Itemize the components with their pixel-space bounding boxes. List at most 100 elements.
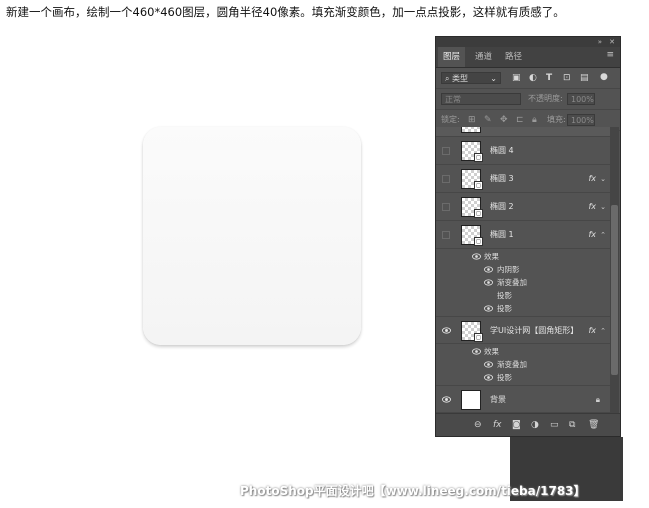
chevron-down-icon[interactable]: ⌄ [600,165,606,193]
layer-name: 背景 [490,395,506,404]
chevron-up-icon[interactable]: ⌃ [600,221,606,249]
effect-item[interactable]: 渐变叠加 [436,358,610,371]
panel-tabs: 图层 通道 路径 ≡ [436,47,620,68]
blend-row: 正常 不透明度: 100% [436,89,620,110]
fill-input[interactable]: 100% [567,114,595,126]
effect-name: 渐变叠加 [497,360,527,369]
lock-artboard-icon[interactable]: ⊏ [516,114,524,126]
shape-layer-icon: ◻ [474,209,483,218]
lock-icon: 🔒︎ [595,395,600,404]
scrollbar-thumb[interactable] [611,205,618,375]
opacity-input[interactable]: 100% [567,93,595,105]
link-icon[interactable]: ⊖ [474,414,482,436]
layer-background[interactable]: 背景 🔒︎ [436,385,610,413]
eye-icon[interactable] [472,347,481,356]
filter-kind-select[interactable]: ⌕ 类型 ⌄ [441,72,501,84]
eye-icon[interactable] [484,265,493,274]
mask-icon[interactable]: ◙ [512,414,521,436]
effects-header[interactable]: 效果 [436,250,610,263]
layer-ellipse-4[interactable]: ◻ 椭圆 4 [436,137,610,165]
effect-item[interactable]: 投影 [436,302,610,315]
lock-label: 锁定: [441,115,460,124]
fx-icon[interactable]: fx [588,193,596,221]
chevron-up-icon[interactable]: ⌃ [600,317,606,345]
shape-filter-icon[interactable]: ⊡ [563,72,571,84]
layer-name: 椭圆 1 [490,230,514,239]
effect-name: 内阴影 [497,265,520,274]
fx-icon[interactable]: fx [588,221,596,249]
layer-name: 学UI设计网【圆角矩形】 [490,326,579,335]
effect-name: 投影 [497,373,512,382]
filter-toggle-icon[interactable]: ● [600,71,608,83]
eye-icon[interactable] [484,304,493,313]
layer-thumbnail [461,390,481,410]
visibility-toggle[interactable] [442,175,450,183]
filter-row: ⌕ 类型 ⌄ ▣ ◐ T ⊡ ▤ ● [436,68,620,89]
adjustment-icon[interactable]: ◑ [531,414,539,436]
search-icon: ⌕ [445,74,450,83]
effect-item[interactable]: 内阴影 [436,263,610,276]
filter-kind-value: 类型 [452,74,469,83]
blend-mode-select[interactable]: 正常 [441,93,521,105]
tab-layers[interactable]: 图层 [438,47,466,67]
layers-scrollbar[interactable] [610,127,619,414]
effect-item[interactable]: 投影 [436,289,610,302]
lock-transparent-icon[interactable]: ⊞ [468,114,476,126]
trash-icon[interactable]: 🗑︎ [588,414,599,436]
effect-name: 投影 [497,291,512,300]
visibility-toggle[interactable] [442,203,450,211]
fill-label: 填充: [547,115,566,124]
folder-icon[interactable]: ▭ [550,414,559,436]
effect-item[interactable]: 渐变叠加 [436,276,610,289]
panel-bottom-toolbar: ⊖ fx ◙ ◑ ▭ ⧉ 🗑︎ [436,413,620,436]
layers-list: ◻ 椭圆 4 ◻ 椭圆 3 fx ⌄ ◻ 椭圆 2 fx ⌄ ◻ 椭圆 1 fx… [436,127,610,414]
lock-pixels-icon[interactable]: ✎ [484,114,492,126]
close-icon[interactable]: ✕ [609,37,615,47]
eye-icon[interactable] [484,373,493,382]
lock-position-icon[interactable]: ✥ [500,114,508,126]
shape-layer-icon: ◻ [474,333,483,342]
eye-icon[interactable] [484,360,493,369]
effects-label: 效果 [484,252,499,261]
chevron-down-icon: ⌄ [490,74,497,83]
eye-icon[interactable] [472,252,481,261]
tab-channels[interactable]: 通道 [470,47,497,67]
chevron-down-icon[interactable]: ⌄ [600,193,606,221]
effects-label: 效果 [484,347,499,356]
layer-name: 椭圆 4 [490,146,514,155]
eye-icon[interactable] [442,395,451,404]
effect-name: 投影 [497,304,512,313]
fx-icon[interactable]: fx [588,317,596,345]
smart-object-filter-icon[interactable]: ▤ [580,72,589,84]
visibility-toggle[interactable] [442,147,450,155]
fx-icon[interactable]: fx [493,414,502,436]
visibility-toggle[interactable] [442,231,450,239]
collapse-icon[interactable]: » [598,37,602,47]
fx-icon[interactable]: fx [588,165,596,193]
new-layer-icon[interactable]: ⧉ [569,414,575,436]
lock-all-icon[interactable]: 🔒︎ [532,114,537,126]
layer-rounded-rectangle[interactable]: ◻ 学UI设计网【圆角矩形】 fx ⌃ [436,316,610,344]
effects-header[interactable]: 效果 [436,345,610,358]
layer-ellipse-2[interactable]: ◻ 椭圆 2 fx ⌄ [436,193,610,221]
effect-name: 渐变叠加 [497,278,527,287]
pixel-filter-icon[interactable]: ▣ [512,72,521,84]
shape-layer-icon: ◻ [474,153,483,162]
instruction-text: 新建一个画布，绘制一个460*460图层，圆角半径40像素。填充渐变颜色，加一点… [6,5,565,19]
tab-paths[interactable]: 路径 [500,47,527,67]
layer-name: 椭圆 2 [490,202,514,211]
layer-partial[interactable] [436,127,610,137]
adjustment-filter-icon[interactable]: ◐ [529,72,537,84]
type-filter-icon[interactable]: T [546,72,552,84]
rounded-rectangle-canvas [143,127,361,345]
layer-ellipse-3[interactable]: ◻ 椭圆 3 fx ⌄ [436,165,610,193]
eye-icon[interactable] [442,326,451,335]
opacity-label: 不透明度: [528,94,563,103]
panel-title-bar: » ✕ [436,37,620,47]
eye-icon[interactable] [484,278,493,287]
layer-ellipse-1[interactable]: ◻ 椭圆 1 fx ⌃ [436,221,610,249]
menu-icon[interactable]: ≡ [606,50,614,60]
effect-item[interactable]: 投影 [436,371,610,384]
shape-layer-icon: ◻ [474,181,483,190]
layer-name: 椭圆 3 [490,174,514,183]
